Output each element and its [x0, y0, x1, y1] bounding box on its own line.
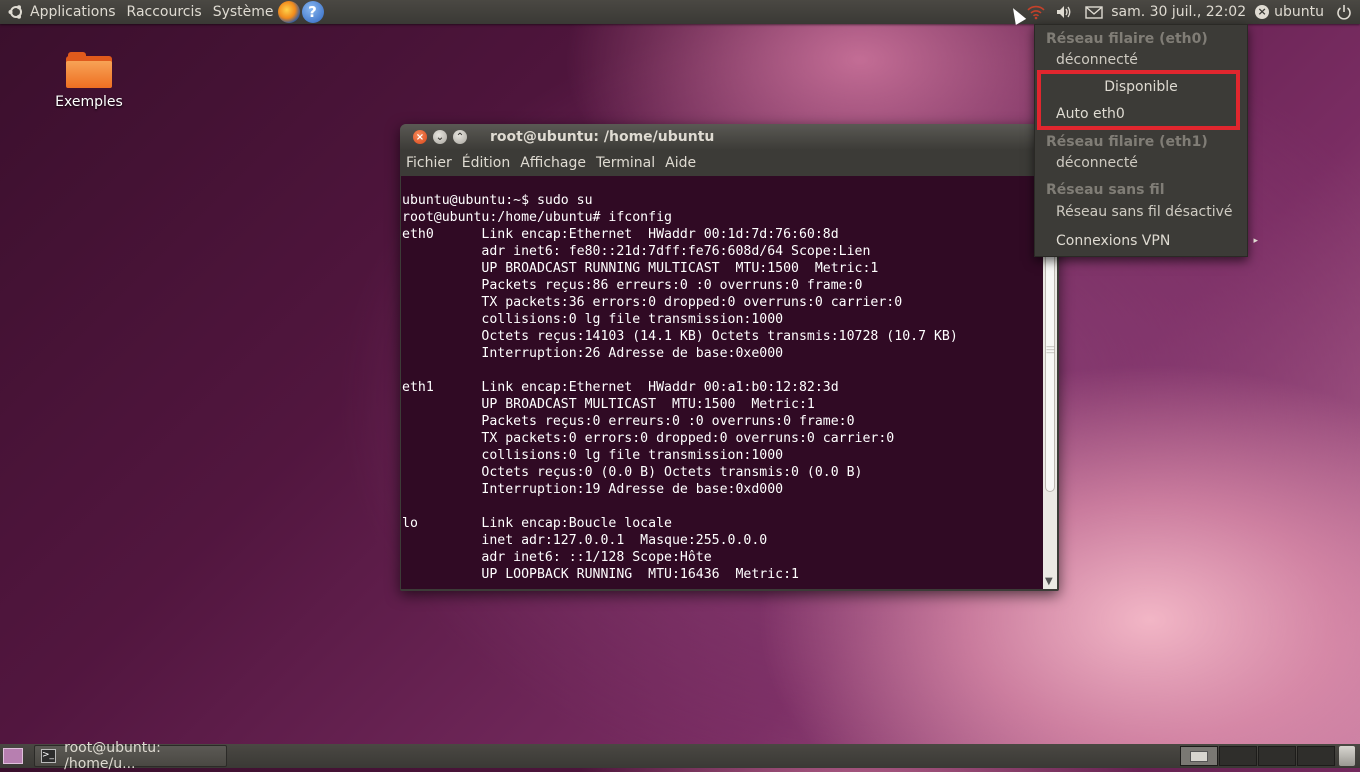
- terminal-line: TX packets:36 errors:0 dropped:0 overrun…: [402, 295, 903, 310]
- terminal-line: collisions:0 lg file transmission:1000: [402, 312, 784, 327]
- top-panel: Applications Raccourcis Système ? sam. 3…: [0, 0, 1360, 24]
- workspace-4[interactable]: [1297, 746, 1335, 766]
- menu-aide[interactable]: Aide: [665, 155, 696, 171]
- wireless-header: Réseau sans fil: [1046, 182, 1165, 198]
- submenu-arrow-icon: ▸: [1253, 236, 1258, 246]
- menu-systeme[interactable]: Système: [213, 4, 274, 20]
- clock[interactable]: sam. 30 juil., 22:02: [1111, 4, 1246, 20]
- terminal-line: adr inet6: ::1/128 Scope:Hôte: [402, 550, 712, 565]
- terminal-line: ubuntu@ubuntu:~$ sudo su: [402, 193, 593, 208]
- close-button[interactable]: ×: [413, 130, 427, 144]
- minimize-button[interactable]: ⌄: [433, 130, 447, 144]
- terminal-line: eth1 Link encap:Ethernet HWaddr 00:a1:b0…: [402, 380, 839, 395]
- terminal-line: Octets reçus:0 (0.0 B) Octets transmis:0…: [402, 465, 863, 480]
- terminal-window: × ⌄ ⌃ root@ubuntu: /home/ubuntu Fichier …: [400, 124, 1059, 591]
- terminal-line: inet adr:127.0.0.1 Masque:255.0.0.0: [402, 533, 768, 548]
- workspace-1[interactable]: [1180, 746, 1218, 766]
- terminal-line: Octets reçus:14103 (14.1 KB) Octets tran…: [402, 329, 958, 344]
- task-label: root@ubuntu: /home/u...: [64, 740, 161, 772]
- help-icon[interactable]: ?: [301, 1, 324, 23]
- network-wireless-icon[interactable]: [1027, 4, 1045, 20]
- menu-fichier[interactable]: Fichier: [406, 155, 452, 171]
- system-tray: sam. 30 juil., 22:02 × ubuntu: [1027, 0, 1360, 24]
- desktop-icon-label: Exemples: [55, 94, 123, 110]
- terminal-icon: >_: [41, 749, 57, 763]
- terminal-output[interactable]: ubuntu@ubuntu:~$ sudo su root@ubuntu:/ho…: [401, 176, 1043, 589]
- scroll-down-arrow-icon[interactable]: ▼: [1045, 576, 1053, 587]
- vpn-connections-item[interactable]: Connexions VPN ▸: [1035, 229, 1268, 253]
- terminal-line: UP BROADCAST RUNNING MULTICAST MTU:1500 …: [402, 261, 879, 276]
- terminal-line: UP BROADCAST MULTICAST MTU:1500 Metric:1: [402, 397, 815, 412]
- scrollbar-grip-icon: — — —: [1046, 342, 1055, 358]
- power-icon[interactable]: [1336, 4, 1352, 20]
- desktop-icon-exemples[interactable]: Exemples: [52, 52, 126, 110]
- menu-terminal[interactable]: Terminal: [596, 155, 655, 171]
- vpn-label: Connexions VPN: [1056, 233, 1171, 249]
- wired-eth1-status: déconnecté: [1056, 155, 1138, 171]
- user-menu[interactable]: ubuntu: [1274, 4, 1324, 20]
- workspace-3[interactable]: [1258, 746, 1296, 766]
- show-desktop-icon[interactable]: [3, 748, 23, 764]
- terminal-line: root@ubuntu:/home/ubuntu# ifconfig: [402, 210, 672, 225]
- menu-raccourcis[interactable]: Raccourcis: [127, 4, 202, 20]
- terminal-line: lo Link encap:Boucle locale: [402, 516, 672, 531]
- available-label: Disponible: [1104, 79, 1178, 95]
- terminal-line: Interruption:19 Adresse de base:0xd000: [402, 482, 784, 497]
- bottom-panel: >_ root@ubuntu: /home/u...: [0, 740, 1360, 772]
- folder-icon: [66, 52, 112, 88]
- menu-applications[interactable]: Applications: [30, 4, 116, 20]
- ubuntu-logo-icon[interactable]: [8, 4, 24, 20]
- volume-icon[interactable]: [1055, 4, 1073, 20]
- window-title: root@ubuntu: /home/ubuntu: [490, 129, 715, 145]
- terminal-menubar: Fichier Édition Affichage Terminal Aide: [400, 150, 1059, 176]
- network-menu: Réseau filaire (eth0) déconnecté Disponi…: [1034, 24, 1258, 257]
- workspace-2[interactable]: [1219, 746, 1257, 766]
- terminal-text: ubuntu@ubuntu:~$ sudo su root@ubuntu:/ho…: [401, 176, 1043, 583]
- terminal-line: UP LOOPBACK RUNNING MTU:16436 Metric:1: [402, 567, 799, 582]
- wireless-status: Réseau sans fil désactivé: [1056, 204, 1233, 220]
- maximize-button[interactable]: ⌃: [453, 130, 467, 144]
- user-status-icon[interactable]: ×: [1255, 5, 1270, 19]
- menu-edition[interactable]: Édition: [462, 155, 510, 171]
- wired-eth0-status: déconnecté: [1056, 52, 1138, 68]
- trash-icon[interactable]: [1339, 746, 1355, 766]
- firefox-icon[interactable]: [277, 1, 300, 23]
- window-titlebar[interactable]: × ⌄ ⌃ root@ubuntu: /home/ubuntu: [400, 124, 1059, 150]
- terminal-line: Interruption:26 Adresse de base:0xe000: [402, 346, 784, 361]
- terminal-line: Packets reçus:86 erreurs:0 :0 overruns:0…: [402, 278, 863, 293]
- terminal-line: adr inet6: fe80::21d:7dff:fe76:608d/64 S…: [402, 244, 871, 259]
- auto-eth0-item[interactable]: Auto eth0: [1035, 102, 1268, 126]
- terminal-line: Packets reçus:0 erreurs:0 :0 overruns:0 …: [402, 414, 855, 429]
- mail-icon[interactable]: [1085, 5, 1103, 19]
- terminal-line: TX packets:0 errors:0 dropped:0 overruns…: [402, 431, 895, 446]
- menu-affichage[interactable]: Affichage: [520, 155, 586, 171]
- terminal-line: eth0 Link encap:Ethernet HWaddr 00:1d:7d…: [402, 227, 839, 242]
- terminal-line: collisions:0 lg file transmission:1000: [402, 448, 784, 463]
- taskbar-terminal-button[interactable]: >_ root@ubuntu: /home/u...: [34, 740, 227, 772]
